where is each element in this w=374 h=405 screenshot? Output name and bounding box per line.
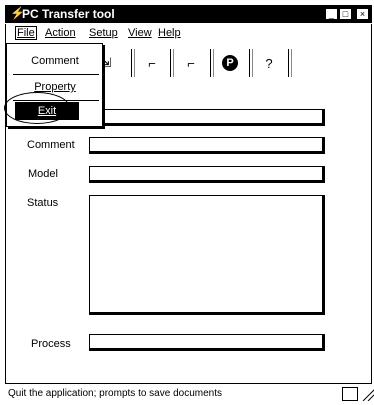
menu-action[interactable]: Action	[45, 27, 76, 39]
toolbar-separator	[131, 49, 135, 77]
app-window: ⚡ PC Transfer tool _ □ × File Action Set…	[0, 0, 374, 405]
model-field[interactable]	[89, 166, 325, 183]
resize-grip-icon[interactable]	[361, 387, 374, 401]
help-icon[interactable]: ?	[256, 50, 282, 76]
file-menu-dropdown: Comment Property Exit	[6, 43, 103, 127]
menu-item-comment[interactable]: Comment	[15, 52, 95, 70]
menu-setup[interactable]: Setup	[89, 27, 118, 39]
status-text: Quit the application; prompts to save do…	[8, 388, 223, 399]
p-icon[interactable]: P	[217, 50, 243, 76]
menu-item-exit[interactable]: Exit	[15, 102, 79, 120]
maximize-icon[interactable]: □	[339, 8, 352, 20]
menu-view[interactable]: View	[128, 27, 152, 39]
unlabeled-field[interactable]	[89, 109, 325, 126]
minimize-icon[interactable]: _	[325, 8, 338, 20]
toolbar-separator	[210, 49, 214, 77]
comment-label: Comment	[27, 139, 75, 151]
comment-field[interactable]	[89, 137, 325, 154]
process-field[interactable]	[89, 334, 325, 351]
toolbar-separator	[249, 49, 253, 77]
close-icon[interactable]: ×	[356, 8, 369, 20]
status-area[interactable]	[89, 195, 325, 315]
status-panel	[342, 387, 358, 401]
window-title: PC Transfer tool	[22, 7, 115, 21]
menu-file[interactable]: File	[15, 26, 37, 40]
menu-separator	[13, 74, 99, 75]
model-label: Model	[28, 168, 58, 180]
menu-separator	[13, 100, 99, 101]
menu-help[interactable]: Help	[158, 27, 181, 39]
title-bar: ⚡ PC Transfer tool _ □ ×	[5, 5, 372, 23]
status-bar: Quit the application; prompts to save do…	[5, 383, 374, 404]
menu-item-property[interactable]: Property	[15, 78, 95, 96]
upload-icon[interactable]: ⌐	[139, 50, 165, 76]
menu-bar: File Action Setup View Help	[5, 24, 372, 42]
toolbar-separator	[288, 49, 292, 77]
status-label: Status	[27, 197, 59, 209]
toolbar-separator	[170, 49, 174, 77]
download-icon[interactable]: ⌐	[178, 50, 204, 76]
process-label: Process	[31, 338, 71, 350]
